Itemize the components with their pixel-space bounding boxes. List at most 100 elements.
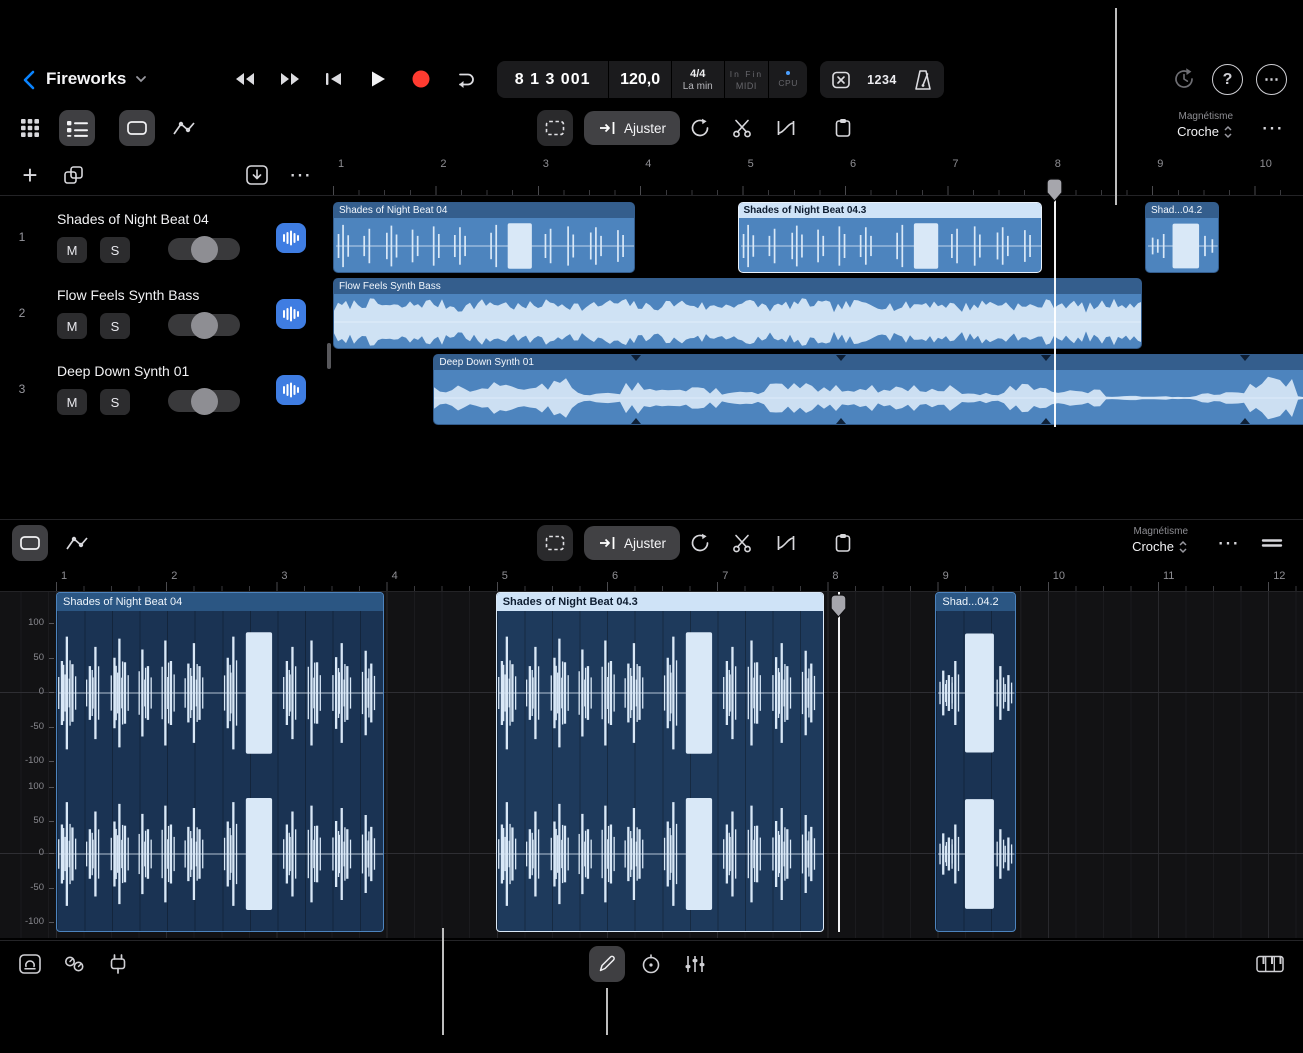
- play-button[interactable]: [360, 61, 396, 97]
- scissors-icon: [731, 118, 753, 138]
- editor-magnetism-control[interactable]: Magnétisme Croche: [1060, 526, 1188, 554]
- mute-button[interactable]: M: [57, 313, 87, 339]
- time-signature: 4/4: [690, 68, 705, 80]
- more-icon: ⋯: [1217, 532, 1239, 554]
- undo-history-button[interactable]: [1166, 61, 1202, 97]
- playhead-handle[interactable]: [1046, 178, 1063, 202]
- grid-icon: [20, 118, 40, 138]
- cpu-label: CPU: [778, 78, 797, 88]
- mute-button[interactable]: M: [57, 237, 87, 263]
- editor-more-button[interactable]: ⋯: [1210, 525, 1246, 561]
- editor-marquee-button[interactable]: [537, 525, 573, 561]
- panel-resize-handle[interactable]: [1254, 525, 1290, 561]
- delete-recording-button[interactable]: [822, 62, 860, 98]
- go-to-start-button[interactable]: [316, 61, 352, 97]
- library-grid-button[interactable]: [12, 110, 48, 146]
- editor-ruler[interactable]: 123456789101112: [0, 566, 1303, 592]
- volume-slider[interactable]: [168, 390, 240, 412]
- chevron-down-icon: [134, 72, 148, 86]
- record-icon: [410, 68, 432, 90]
- scale-tick: [49, 761, 54, 762]
- add-track-button[interactable]: +: [12, 157, 48, 193]
- audio-waveform-button[interactable]: [276, 299, 306, 329]
- cycle-button[interactable]: [447, 61, 483, 97]
- editor-paste-button[interactable]: [825, 525, 861, 561]
- volume-slider[interactable]: [168, 238, 240, 260]
- pencil-tool-button[interactable]: [589, 946, 625, 982]
- plugins-button[interactable]: [56, 946, 92, 982]
- editor-split-button[interactable]: [724, 525, 760, 561]
- paste-button[interactable]: [825, 110, 861, 146]
- back-button[interactable]: [12, 62, 48, 98]
- magnetism-control[interactable]: Magnétisme Croche: [1105, 111, 1233, 139]
- help-button[interactable]: ?: [1212, 64, 1243, 95]
- editor-regions-button[interactable]: [12, 525, 48, 561]
- volume-knob[interactable]: [191, 388, 218, 415]
- mute-button[interactable]: M: [57, 389, 87, 415]
- editor-toolbar: Ajuster Magnétisme Croche ⋯: [0, 521, 1303, 566]
- keyboard-button[interactable]: [1250, 946, 1290, 982]
- track-header[interactable]: 2Flow Feels Synth BassMS: [0, 276, 330, 351]
- toolbar-more-button[interactable]: ⋯: [1254, 110, 1290, 146]
- solo-button[interactable]: S: [100, 313, 130, 339]
- marquee-select-button[interactable]: [537, 110, 573, 146]
- volume-slider[interactable]: [168, 314, 240, 336]
- editor-bar-number: 6: [612, 570, 618, 582]
- solo-button[interactable]: S: [100, 389, 130, 415]
- duplicate-track-button[interactable]: [56, 157, 92, 193]
- import-track-button[interactable]: [239, 157, 275, 193]
- tracks-area[interactable]: Shades of Night Beat 04 Shades of Night B…: [330, 196, 1303, 428]
- editor-automation-button[interactable]: [59, 525, 95, 561]
- editor-audio-region[interactable]: Shad...04.2: [935, 592, 1015, 932]
- audio-editor[interactable]: 100500-50-100100500-50-100 Shades of Nig…: [0, 592, 1303, 938]
- editor-loop-button[interactable]: [682, 525, 718, 561]
- snap-button[interactable]: Ajuster: [584, 111, 680, 145]
- lcd-display[interactable]: 8 1 3 001 120,0 4/4 La min In Fin MIDI C…: [497, 61, 807, 98]
- solo-button[interactable]: S: [100, 237, 130, 263]
- more-button[interactable]: ⋯: [1256, 64, 1287, 95]
- region-name: Shades of Night Beat 04.3: [739, 203, 1041, 218]
- editor-fade-button[interactable]: [768, 525, 804, 561]
- audio-region[interactable]: Shades of Night Beat 04: [333, 202, 635, 273]
- editor-audio-region[interactable]: Shades of Night Beat 04.3: [496, 592, 824, 932]
- editor-playhead[interactable]: [838, 592, 840, 932]
- tracks-scrollbar[interactable]: [327, 343, 331, 369]
- volume-knob[interactable]: [191, 236, 218, 263]
- audio-region[interactable]: Shad...04.2: [1145, 202, 1219, 273]
- input-settings-button[interactable]: [100, 946, 136, 982]
- amplitude-scale-label: -50: [4, 882, 44, 893]
- browser-button[interactable]: [12, 946, 48, 982]
- rewind-button[interactable]: [227, 61, 263, 97]
- automation-view-button[interactable]: [166, 110, 202, 146]
- loop-button[interactable]: [682, 110, 718, 146]
- audio-region[interactable]: Flow Feels Synth Bass: [333, 278, 1142, 349]
- scale-tick: [49, 922, 54, 923]
- volume-knob[interactable]: [191, 312, 218, 339]
- record-button[interactable]: [403, 61, 439, 97]
- track-header[interactable]: 1Shades of Night Beat 04MS: [0, 200, 330, 275]
- editor-playhead-handle[interactable]: [830, 594, 847, 618]
- fade-button[interactable]: [768, 110, 804, 146]
- more-icon: ⋯: [289, 164, 311, 186]
- loop-icon: [689, 533, 711, 553]
- mixer-button[interactable]: [677, 946, 713, 982]
- audio-waveform-button[interactable]: [276, 375, 306, 405]
- audio-waveform-button[interactable]: [276, 223, 306, 253]
- tracks-view-button[interactable]: [59, 110, 95, 146]
- audio-region[interactable]: Shades of Night Beat 04.3: [738, 202, 1042, 273]
- editor-snap-button[interactable]: Ajuster: [584, 526, 680, 560]
- tracks-list-icon: [66, 119, 88, 137]
- audio-region[interactable]: Deep Down Synth 01: [433, 354, 1303, 425]
- timeline-bar-number: 5: [748, 158, 754, 170]
- editor-audio-region[interactable]: Shades of Night Beat 04: [56, 592, 384, 932]
- metronome-button[interactable]: [904, 62, 942, 98]
- split-button[interactable]: [724, 110, 760, 146]
- timing-button[interactable]: [633, 946, 669, 982]
- playhead[interactable]: [1054, 196, 1056, 427]
- forward-button[interactable]: [272, 61, 308, 97]
- regions-view-button[interactable]: [119, 110, 155, 146]
- project-title-menu[interactable]: Fireworks: [46, 63, 148, 95]
- count-in-button[interactable]: 1234: [863, 62, 901, 98]
- track-header[interactable]: 3Deep Down Synth 01MS: [0, 352, 330, 427]
- track-more-button[interactable]: ⋯: [282, 157, 318, 193]
